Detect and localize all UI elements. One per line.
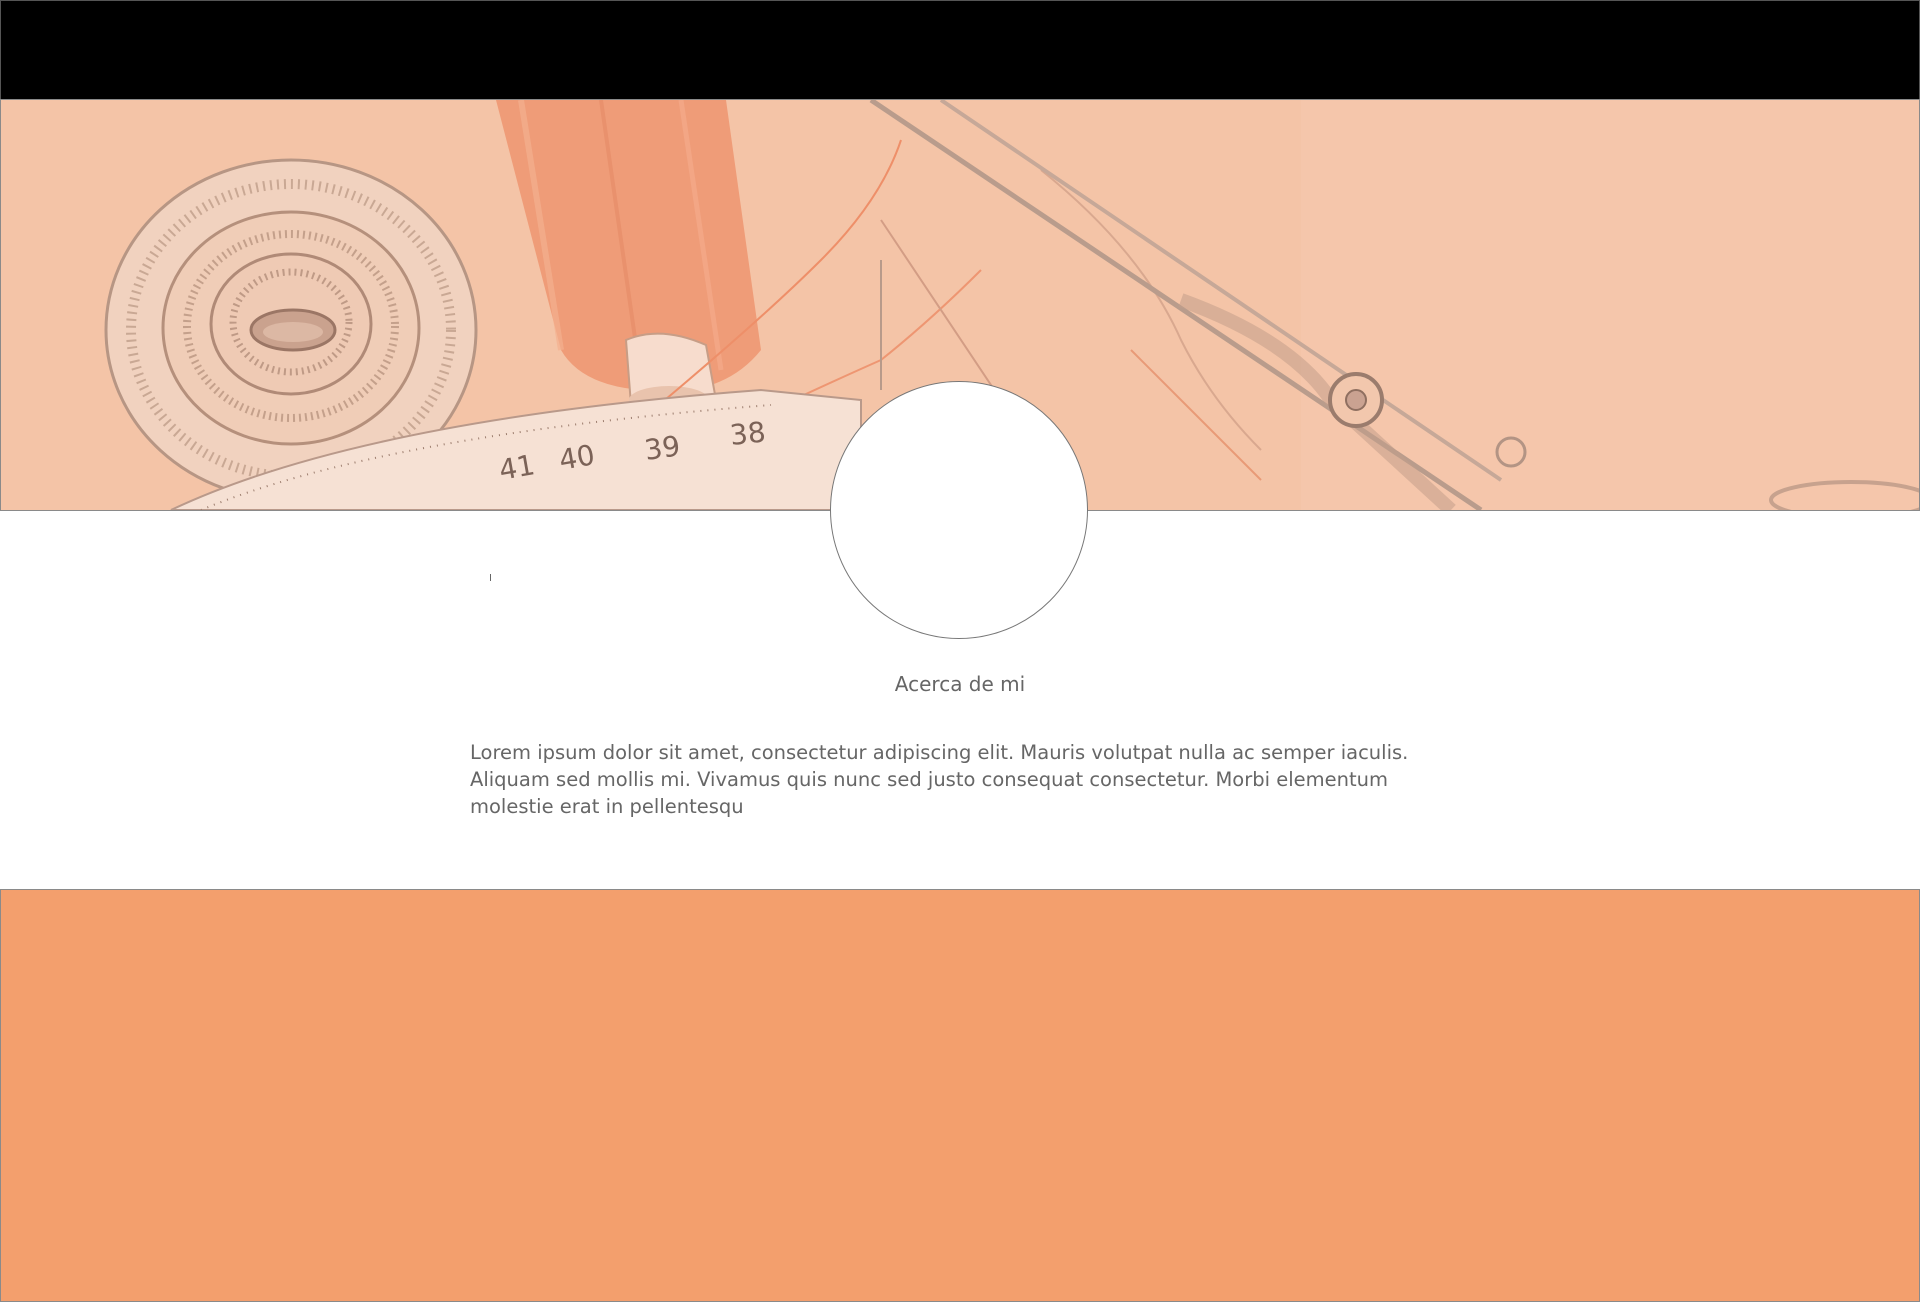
top-navigation-bar bbox=[0, 0, 1920, 100]
profile-avatar[interactable] bbox=[830, 381, 1088, 639]
text-cursor-mark bbox=[490, 574, 491, 581]
tape-number-39: 39 bbox=[642, 429, 682, 467]
about-heading: Acerca de mi bbox=[894, 672, 1026, 696]
tape-number-38: 38 bbox=[728, 415, 767, 452]
footer-section bbox=[0, 889, 1920, 1302]
tape-number-41: 41 bbox=[496, 448, 537, 487]
tape-number-40: 40 bbox=[556, 438, 597, 477]
about-paragraph: Lorem ipsum dolor sit amet, consectetur … bbox=[470, 741, 1409, 818]
page: 41 40 39 38 Acerca de mi Lorem ipsum dol… bbox=[0, 0, 1920, 1302]
